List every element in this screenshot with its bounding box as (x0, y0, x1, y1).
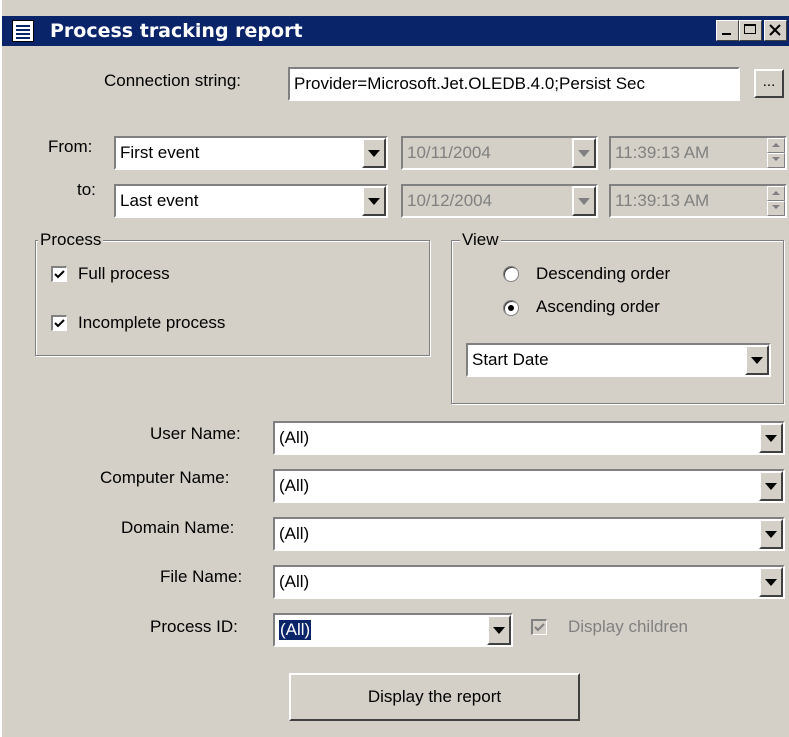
from-value: First event (120, 143, 200, 162)
user-name-value: (All) (279, 428, 310, 447)
to-date: 10/12/2004 (407, 191, 493, 210)
process-id-label: Process ID: (150, 617, 238, 636)
ascending-label[interactable]: Ascending order (536, 297, 660, 317)
close-icon[interactable] (764, 20, 787, 41)
chevron-down-icon[interactable] (487, 615, 511, 645)
from-time-picker[interactable]: 11:39:13 AM (609, 136, 787, 170)
chevron-down-icon[interactable] (759, 567, 783, 597)
from-date: 10/11/2004 (407, 143, 491, 162)
process-group (35, 240, 430, 356)
to-label: to: (77, 180, 96, 199)
to-value: Last event (120, 191, 199, 210)
domain-name-select[interactable]: (All) (273, 517, 785, 551)
minimize-icon[interactable] (716, 20, 739, 41)
computer-name-label: Computer Name: (100, 468, 230, 487)
domain-name-label: Domain Name: (121, 518, 235, 537)
title-bar[interactable]: Process tracking report (2, 16, 789, 46)
user-name-select[interactable]: (All) (273, 421, 785, 455)
display-report-button[interactable]: Display the report (289, 673, 580, 721)
chevron-down-icon[interactable] (745, 345, 769, 375)
from-select[interactable]: First event (114, 136, 388, 170)
to-time: 11:39:13 AM (615, 191, 710, 210)
display-children-label[interactable]: Display children (568, 617, 688, 637)
to-select[interactable]: Last event (114, 184, 388, 218)
view-group-label: View (460, 230, 501, 250)
window-title: Process tracking report (50, 20, 303, 42)
browse-button[interactable]: ... (754, 69, 784, 98)
full-process-checkbox[interactable] (51, 266, 67, 282)
spin-icon[interactable] (767, 186, 785, 216)
connection-string-label: Connection string: (104, 71, 242, 90)
from-label: From: (48, 137, 93, 156)
to-time-picker[interactable]: 11:39:13 AM (609, 184, 787, 218)
chevron-down-icon[interactable] (759, 519, 783, 549)
incomplete-process-checkbox[interactable] (51, 315, 67, 331)
checkmark-icon (54, 270, 65, 279)
full-process-label[interactable]: Full process (78, 264, 170, 284)
domain-name-value: (All) (279, 524, 310, 543)
chevron-down-icon[interactable] (362, 186, 386, 216)
from-date-picker[interactable]: 10/11/2004 (401, 136, 598, 170)
descending-label[interactable]: Descending order (536, 264, 670, 284)
file-name-select[interactable]: (All) (273, 565, 785, 599)
to-date-picker[interactable]: 10/12/2004 (401, 184, 598, 218)
descending-radio[interactable] (503, 266, 519, 282)
maximize-icon[interactable] (739, 20, 762, 41)
checkmark-icon (534, 623, 545, 632)
computer-name-value: (All) (279, 476, 310, 495)
ascending-radio[interactable] (503, 300, 519, 316)
process-id-value: (All) (277, 619, 313, 641)
report-icon[interactable] (12, 20, 34, 42)
process-id-select[interactable]: (All) (273, 613, 513, 647)
spin-icon[interactable] (767, 138, 785, 168)
chevron-down-icon[interactable] (362, 138, 386, 168)
chevron-down-icon[interactable] (572, 138, 596, 168)
process-group-label: Process (38, 230, 104, 250)
connection-string-value: Provider=Microsoft.Jet.OLEDB.4.0;Persist… (294, 74, 645, 93)
chevron-down-icon[interactable] (759, 471, 783, 501)
chevron-down-icon[interactable] (759, 423, 783, 453)
file-name-label: File Name: (160, 567, 243, 586)
checkmark-icon (54, 319, 65, 328)
file-name-value: (All) (279, 572, 310, 591)
incomplete-process-label[interactable]: Incomplete process (78, 313, 225, 333)
computer-name-select[interactable]: (All) (273, 469, 785, 503)
sort-field-select[interactable]: Start Date (466, 343, 771, 377)
sort-field-value: Start Date (472, 350, 549, 369)
display-children-checkbox[interactable] (531, 619, 547, 635)
connection-string-input[interactable]: Provider=Microsoft.Jet.OLEDB.4.0;Persist… (288, 67, 740, 101)
report-window: Process tracking report Connection strin… (0, 0, 789, 737)
user-name-label: User Name: (150, 424, 241, 443)
from-time: 11:39:13 AM (615, 143, 710, 162)
chevron-down-icon[interactable] (572, 186, 596, 216)
